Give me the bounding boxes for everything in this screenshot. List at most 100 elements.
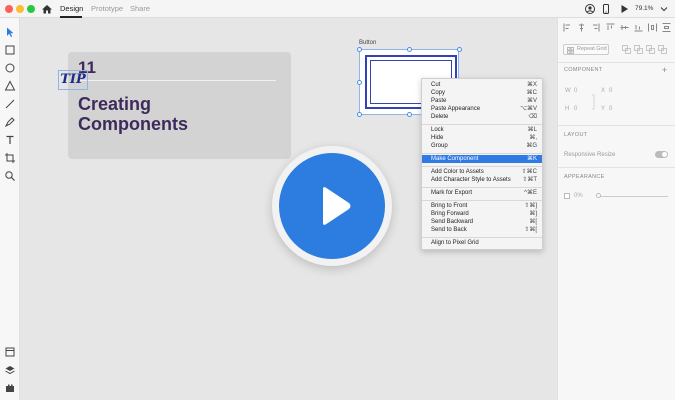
menu-item-paste[interactable]: Paste ⌘V [422, 97, 542, 105]
menu-item-bring-to-front[interactable]: Bring to Front ⇧⌘] [422, 202, 542, 210]
distribute-vertical-icon[interactable] [662, 23, 671, 32]
zoom-tool-icon[interactable] [4, 170, 16, 182]
menu-separator [422, 153, 542, 154]
tip-text[interactable]: TIP [58, 70, 88, 90]
play-icon [323, 187, 351, 225]
x-input[interactable]: 0 [609, 88, 612, 94]
menu-item-group[interactable]: Group ⌘G [422, 142, 542, 150]
video-title-card: 11 Creating Components [68, 52, 291, 159]
distribute-horizontal-icon[interactable] [648, 23, 657, 32]
mobile-preview-icon[interactable] [600, 3, 612, 15]
opacity-slider-handle[interactable] [596, 193, 601, 198]
responsive-resize-toggle[interactable] [655, 151, 668, 158]
menu-item-bring-forward[interactable]: Bring Forward ⌘] [422, 210, 542, 218]
menu-item-lock[interactable]: Lock ⌘L [422, 126, 542, 134]
panel-divider [557, 62, 675, 63]
card-title-line-1: Creating [78, 94, 152, 114]
play-circle[interactable] [279, 153, 385, 259]
selection-handle[interactable] [407, 112, 412, 117]
title-bar: Design Prototype Share 79.1% [0, 0, 675, 18]
align-left-icon[interactable] [563, 23, 572, 32]
menu-separator [422, 166, 542, 167]
boolean-add-icon[interactable] [622, 45, 631, 54]
menu-item-mark-for-export[interactable]: Mark for Export ^⌘E [422, 189, 542, 197]
panel-divider [557, 125, 675, 126]
menu-separator [422, 187, 542, 188]
repeat-grid-label: Repeat Grid [577, 46, 607, 52]
panel-divider [557, 167, 675, 168]
polygon-tool-icon[interactable] [4, 80, 16, 92]
align-center-icon[interactable] [577, 23, 586, 32]
pen-tool-icon[interactable] [4, 116, 16, 128]
opacity-checkbox[interactable] [564, 193, 570, 199]
zoom-level[interactable]: 79.1% [635, 5, 653, 12]
height-input[interactable]: 0 [574, 106, 577, 112]
text-tool-icon[interactable] [4, 134, 16, 146]
add-component-button[interactable]: + [662, 65, 667, 75]
card-title-line-2: Components [78, 114, 188, 134]
home-icon[interactable] [41, 3, 53, 15]
height-label: H [565, 106, 570, 112]
width-label: W [565, 88, 571, 94]
boolean-exclude-icon[interactable] [658, 45, 667, 54]
menu-separator [422, 124, 542, 125]
chevron-down-icon[interactable] [658, 3, 670, 15]
property-inspector [557, 18, 675, 400]
artboard-tool-icon[interactable] [4, 152, 16, 164]
y-label: Y [601, 106, 606, 112]
play-preview-icon[interactable] [618, 3, 630, 15]
layout-section-label: LAYOUT [564, 132, 588, 138]
appearance-section-label: APPEARANCE [564, 174, 605, 180]
boolean-subtract-icon[interactable] [634, 45, 643, 54]
left-toolbar [0, 18, 20, 400]
y-input[interactable]: 0 [609, 106, 612, 112]
align-top-icon[interactable] [606, 23, 615, 32]
select-tool-icon[interactable] [4, 26, 16, 38]
context-menu: Cut ⌘X Copy ⌘C Paste ⌘V Paste Appearance ⌥⌘V… [421, 78, 543, 250]
selection-handle[interactable] [407, 47, 412, 52]
line-tool-icon[interactable] [4, 98, 16, 110]
repeat-grid-button[interactable]: Repeat Grid [563, 44, 609, 55]
boolean-intersect-icon[interactable] [646, 45, 655, 54]
selection-handle[interactable] [357, 80, 362, 85]
plugins-panel-icon[interactable] [4, 382, 16, 394]
menu-item-delete[interactable]: Delete ⌫ [422, 113, 542, 121]
selection-handle[interactable] [457, 47, 462, 52]
tab-share[interactable]: Share [130, 4, 150, 13]
menu-item-make-component[interactable]: Make Component ⌘K [422, 155, 542, 163]
assets-panel-icon[interactable] [4, 346, 16, 358]
menu-item-send-backward[interactable]: Send Backward ⌘[ [422, 218, 542, 226]
menu-separator [422, 237, 542, 238]
opacity-slider-track[interactable] [598, 196, 668, 197]
opacity-input[interactable]: 0% [574, 193, 583, 199]
tab-design[interactable]: Design [60, 4, 83, 13]
menu-separator [422, 200, 542, 201]
card-title: Creating Components [78, 94, 278, 134]
menu-item-hide[interactable]: Hide ⌘, [422, 134, 542, 142]
menu-item-cut[interactable]: Cut ⌘X [422, 81, 542, 89]
selection-handle[interactable] [357, 112, 362, 117]
menu-item-paste-appearance[interactable]: Paste Appearance ⌥⌘V [422, 105, 542, 113]
menu-item-add-character-style[interactable]: Add Character Style to Assets ⇧⌘T [422, 176, 542, 184]
tab-prototype[interactable]: Prototype [91, 4, 123, 13]
menu-item-align-to-pixel-grid[interactable]: Align to Pixel Grid [422, 239, 542, 247]
user-icon[interactable] [584, 3, 596, 15]
artboard-label[interactable]: Button [359, 40, 376, 46]
layers-panel-icon[interactable] [4, 364, 16, 376]
maximize-window-button[interactable] [27, 5, 35, 13]
menu-item-add-color-to-assets[interactable]: Add Color to Assets ⇧⌘C [422, 168, 542, 176]
align-middle-icon[interactable] [620, 23, 629, 32]
align-right-icon[interactable] [591, 23, 600, 32]
ellipse-tool-icon[interactable] [4, 62, 16, 74]
grid-icon [567, 46, 574, 54]
menu-item-copy[interactable]: Copy ⌘C [422, 89, 542, 97]
rectangle-tool-icon[interactable] [4, 44, 16, 56]
selection-handle[interactable] [357, 47, 362, 52]
align-bottom-icon[interactable] [634, 23, 643, 32]
constrain-proportions-icon[interactable] [591, 94, 597, 110]
width-input[interactable]: 0 [574, 88, 577, 94]
menu-item-send-to-back[interactable]: Send to Back ⇧⌘[ [422, 226, 542, 234]
video-play-button[interactable] [272, 146, 392, 266]
close-window-button[interactable] [5, 5, 13, 13]
minimize-window-button[interactable] [16, 5, 24, 13]
